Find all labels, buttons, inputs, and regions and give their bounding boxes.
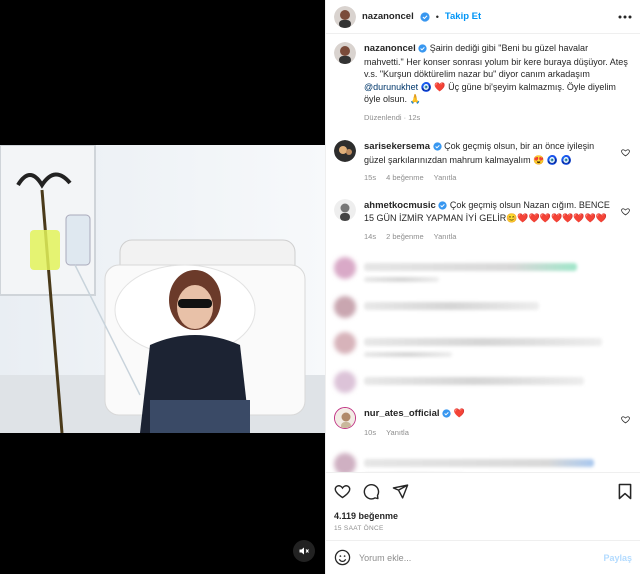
comment-input[interactable]: Yorum ekle... (359, 553, 595, 563)
verified-badge-icon (442, 409, 451, 418)
reply-button[interactable]: Yanıtla (434, 172, 457, 185)
mute-button[interactable] (293, 540, 315, 562)
save-bookmark-icon[interactable] (618, 483, 632, 500)
caption-meta: Düzenlendi · 12s (364, 112, 421, 122)
blurred-comment (334, 371, 632, 393)
blurred-avatar (334, 296, 356, 318)
blurred-avatar (334, 332, 356, 354)
emoji-smiley-icon[interactable] (334, 549, 351, 566)
verified-badge-icon (432, 142, 442, 151)
likes-count[interactable]: 4.119 beğenme (334, 511, 632, 521)
commenter-avatar[interactable] (334, 198, 356, 221)
verified-badge-icon (438, 200, 447, 210)
hospital-photo-image (0, 145, 325, 433)
post-header: nazanoncel • Takip Et (326, 0, 640, 34)
post-caption: nazanoncel Şairin dediği gibi "Beni bu g… (334, 42, 632, 124)
post-actions: 4.119 beğenme 15 SAAT ÖNCE (326, 472, 640, 532)
blurred-avatar (334, 371, 356, 393)
author-username[interactable]: nazanoncel (362, 11, 414, 22)
like-comment-heart-icon[interactable] (621, 415, 630, 424)
comment-item: ahmetkocmusic Çok geçmiş olsun Nazan cığ… (334, 198, 632, 244)
verified-badge-icon (420, 11, 430, 22)
post-photo (0, 145, 325, 433)
comment-text: ❤️ (451, 408, 465, 418)
comment-time: 10s (364, 427, 377, 437)
comments-list[interactable]: nazanoncel Şairin dediği gibi "Beni bu g… (326, 34, 640, 472)
caption-avatar[interactable] (334, 42, 356, 64)
blurred-comment (334, 453, 632, 472)
separator-dot: • (435, 11, 439, 22)
verified-badge-icon (418, 44, 427, 53)
caption-username[interactable]: nazanoncel (364, 43, 416, 54)
author-avatar[interactable] (334, 5, 356, 28)
share-paper-plane-icon[interactable] (392, 483, 409, 500)
comment-item: nur_ates_official ❤️ 10s Yanıtla (334, 407, 632, 439)
speaker-icon (299, 547, 309, 555)
blurred-comment (334, 332, 632, 357)
reply-button[interactable]: Yanıtla (386, 427, 409, 440)
comment-likes[interactable]: 2 beğenme (386, 231, 424, 244)
blurred-avatar (334, 257, 356, 279)
blurred-comment (334, 296, 632, 318)
caption-mention-link[interactable]: @durunukhet (364, 82, 418, 92)
comment-bubble-icon[interactable] (363, 483, 380, 500)
like-comment-heart-icon[interactable] (621, 148, 630, 157)
post-details: nazanoncel • Takip Et nazanoncel Şairin … (325, 0, 640, 574)
post-timestamp: 15 SAAT ÖNCE (334, 525, 384, 532)
more-options-icon[interactable] (618, 15, 632, 19)
comment-likes[interactable]: 4 beğenme (386, 172, 424, 185)
commenter-avatar[interactable] (334, 407, 356, 429)
commenter-avatar[interactable] (334, 140, 356, 162)
blurred-comment (334, 257, 632, 282)
comment-username[interactable]: nur_ates_official (364, 408, 440, 419)
follow-button[interactable]: Takip Et (445, 11, 481, 22)
blurred-avatar (334, 453, 356, 472)
like-heart-icon[interactable] (334, 483, 351, 500)
comment-item: sarisekersema Çok geçmiş olsun, bir an ö… (334, 140, 632, 185)
post-comment-button[interactable]: Paylaş (603, 553, 632, 563)
comment-time: 15s (364, 173, 377, 182)
post-media[interactable] (0, 0, 325, 574)
comment-username[interactable]: sarisekersema (364, 141, 430, 152)
add-comment-bar: Yorum ekle... Paylaş (326, 540, 640, 574)
comment-time: 14s (364, 231, 377, 241)
instagram-post: nazanoncel • Takip Et nazanoncel Şairin … (0, 0, 640, 574)
like-comment-heart-icon[interactable] (621, 207, 630, 216)
comment-username[interactable]: ahmetkocmusic (364, 200, 436, 211)
reply-button[interactable]: Yanıtla (434, 231, 457, 244)
